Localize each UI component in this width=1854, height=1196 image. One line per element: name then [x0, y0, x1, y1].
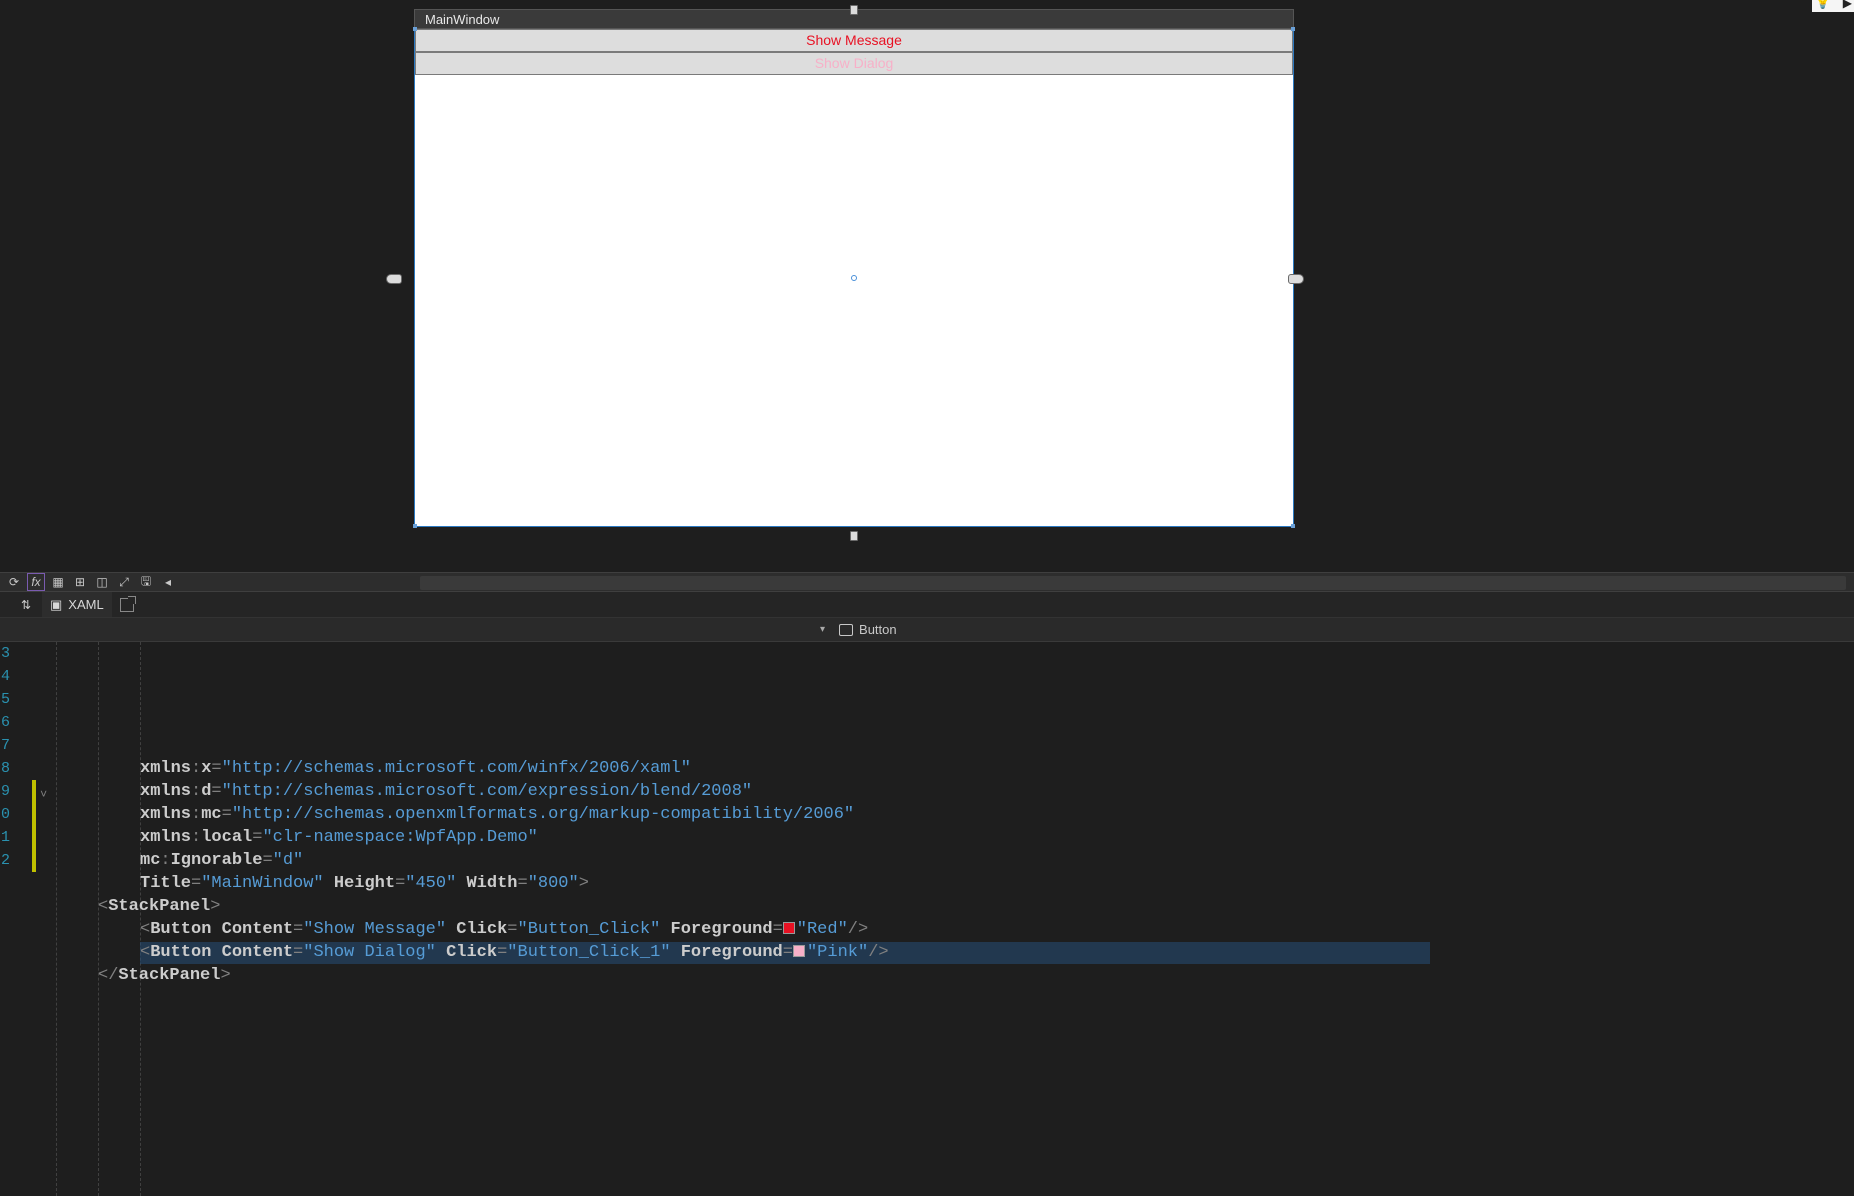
- window-client-area[interactable]: Show MessageShow Dialog: [414, 29, 1294, 527]
- code-line[interactable]: xmlns:x="http://schemas.microsoft.com/wi…: [46, 757, 1854, 780]
- popout-icon[interactable]: [120, 598, 134, 612]
- snap-grid-icon[interactable]: ⊞: [72, 574, 88, 590]
- change-indicator: [32, 780, 36, 872]
- preview-button[interactable]: Show Dialog: [415, 52, 1293, 75]
- chevron-right-icon: ▶: [1843, 0, 1852, 10]
- code-editor[interactable]: 3456789012 ˅ xmlns:x="http://schemas.mic…: [0, 642, 1854, 1196]
- code-line[interactable]: </StackPanel>: [46, 964, 1854, 987]
- selection-corner[interactable]: [1291, 524, 1295, 528]
- effects-icon[interactable]: fx: [28, 574, 44, 590]
- lightbulb-icon: 💡: [1814, 0, 1831, 10]
- xaml-glyph-icon: ▣: [50, 597, 62, 613]
- code-line[interactable]: mc:Ignorable="d": [46, 849, 1854, 872]
- resize-handle-left[interactable]: [386, 274, 402, 284]
- code-line[interactable]: xmlns:mc="http://schemas.openxmlformats.…: [46, 803, 1854, 826]
- tab-label: XAML: [68, 597, 103, 612]
- code-line[interactable]: <Button Content="Show Message" Click="Bu…: [46, 918, 1854, 941]
- code-line[interactable]: xmlns:d="http://schemas.microsoft.com/ex…: [46, 780, 1854, 803]
- snap-lines-icon[interactable]: ◫: [94, 574, 110, 590]
- auto-size-icon[interactable]: ⤢: [116, 574, 132, 590]
- selection-corner[interactable]: [1291, 27, 1295, 31]
- window-title: MainWindow: [425, 12, 499, 27]
- code-line[interactable]: <StackPanel>: [46, 895, 1854, 918]
- editor-tab-row: ⇅ ▣ XAML: [0, 592, 1854, 618]
- code-line[interactable]: Title="MainWindow" Height="450" Width="8…: [46, 872, 1854, 895]
- selection-corner[interactable]: [413, 27, 417, 31]
- preview-button[interactable]: Show Message: [415, 29, 1293, 52]
- element-breadcrumb-bar: ▾ Button: [0, 618, 1854, 642]
- editor-margin: ˅: [12, 642, 46, 1196]
- xaml-editor-pane: ⟳ fx ▦ ⊞ ◫ ⤢ 🖫 ◂ ⇅ ▣ XAML ▾ Button 34567…: [0, 572, 1854, 1196]
- horizontal-overview-scrollbar[interactable]: [420, 576, 1846, 590]
- designer-surface[interactable]: MainWindow Show MessageShow Dialog: [0, 0, 1854, 572]
- dropdown-arrow-icon[interactable]: ▾: [820, 624, 825, 635]
- code-line[interactable]: xmlns:local="clr-namespace:WpfApp.Demo": [46, 826, 1854, 849]
- code-line[interactable]: <Button Content="Show Dialog" Click="But…: [46, 941, 1854, 964]
- resize-handle-top[interactable]: [850, 5, 858, 15]
- element-selector[interactable]: Button: [839, 622, 897, 637]
- resize-handle-right[interactable]: [1288, 274, 1304, 284]
- device-icon[interactable]: 🖫: [138, 574, 154, 590]
- grid-icon[interactable]: ▦: [50, 574, 66, 590]
- tab-xaml[interactable]: ▣ XAML: [42, 592, 112, 617]
- line-number-gutter: 3456789012: [0, 642, 12, 1196]
- designer-toolbar: ⟳ fx ▦ ⊞ ◫ ⤢ 🖫 ◂: [0, 572, 1854, 592]
- selection-corner[interactable]: [413, 524, 417, 528]
- resize-handle-bottom[interactable]: [850, 531, 858, 541]
- chevron-left-icon[interactable]: ◂: [160, 574, 176, 590]
- quick-actions-hint[interactable]: 💡 ▶: [1812, 0, 1854, 12]
- wpf-window-preview[interactable]: MainWindow Show MessageShow Dialog: [414, 9, 1294, 527]
- center-marker-icon: [851, 275, 857, 281]
- element-selector-label: Button: [859, 622, 897, 637]
- refresh-icon[interactable]: ⟳: [6, 574, 22, 590]
- code-content[interactable]: xmlns:x="http://schemas.microsoft.com/wi…: [46, 642, 1854, 1196]
- swap-panes-icon[interactable]: ⇅: [18, 597, 34, 613]
- button-glyph-icon: [839, 624, 853, 636]
